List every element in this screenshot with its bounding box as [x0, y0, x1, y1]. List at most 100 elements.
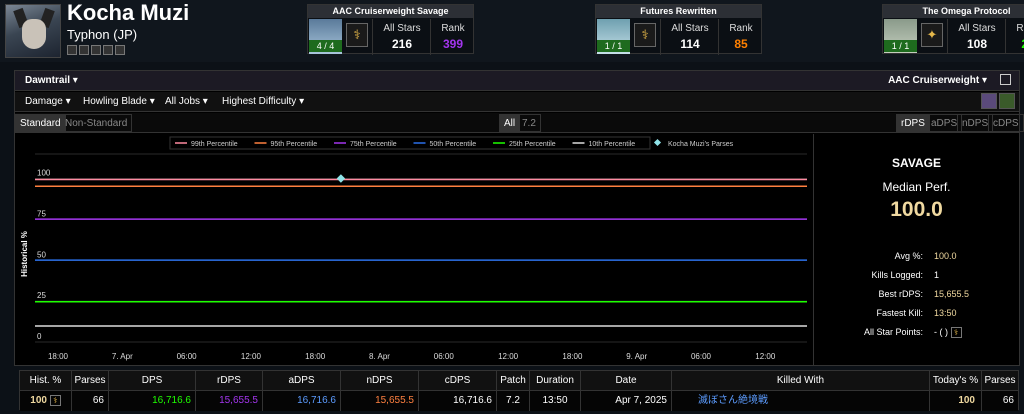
avg-value: 100.0: [934, 251, 957, 261]
chevron-down-icon: ▾: [72, 75, 78, 86]
cell-cdps: 16,716.6: [419, 391, 497, 411]
fastest-value: 13:50: [934, 308, 957, 318]
cell-hist: 100 ⚕: [20, 391, 72, 411]
boss-dropdown[interactable]: Howling Blade ▾: [83, 96, 155, 107]
character-icons: [67, 45, 125, 55]
badge-icon[interactable]: [67, 45, 77, 55]
rank-value: 29: [1007, 37, 1024, 51]
cell-killed-with[interactable]: 滅ぼさん絶境戦: [672, 391, 930, 411]
hist-value: 100: [30, 395, 47, 406]
legend-label: 75th Percentile: [350, 141, 397, 148]
metric-label: Damage: [25, 96, 63, 107]
table-row[interactable]: 100 ⚕ 66 16,716.6 15,655.5 16,716.6 15,6…: [20, 391, 1018, 411]
x-tick-label: 18:00: [562, 352, 583, 361]
zone-kills: 4 / 4: [309, 40, 342, 52]
x-tick-label: 18:00: [48, 352, 69, 361]
col-duration[interactable]: Duration: [530, 371, 581, 391]
tab-standard[interactable]: Standard: [15, 114, 66, 132]
y-tick-label: 50: [37, 250, 46, 259]
col-killed-with[interactable]: Killed With: [672, 371, 930, 391]
chevron-down-icon: ▾: [981, 75, 987, 86]
tab-rdps[interactable]: rDPS: [896, 114, 930, 132]
rank-label: Rank: [1016, 23, 1024, 34]
x-tick-label: 06:00: [177, 352, 198, 361]
cell-rdps: 15,655.5: [196, 391, 263, 411]
key-icon[interactable]: [999, 93, 1015, 109]
legend-label: 10th Percentile: [589, 141, 636, 148]
legend-label: 95th Percentile: [271, 141, 318, 148]
col-today[interactable]: Today's %: [930, 371, 982, 391]
zone-label: AAC Cruiserweight: [888, 75, 980, 86]
median-value: 100.0: [890, 198, 943, 221]
cell-dps: 16,716.6: [109, 391, 196, 411]
col-cdps[interactable]: cDPS: [419, 371, 497, 391]
kills-value: 1: [934, 270, 940, 280]
zone-dropdown[interactable]: AAC Cruiserweight ▾: [888, 75, 987, 86]
badge-icon[interactable]: [115, 45, 125, 55]
difficulty-title: SAVAGE: [892, 156, 941, 170]
cell-parses-2: 66: [1002, 395, 1014, 406]
y-tick-label: 0: [37, 332, 42, 341]
cell-date: Apr 7, 2025: [581, 391, 672, 411]
rank-label: Rank: [729, 23, 753, 34]
chevron-down-icon: ▾: [299, 96, 305, 107]
expansion-dropdown[interactable]: Dawntrail ▾: [25, 75, 78, 86]
cell-ndps: 15,655.5: [341, 391, 419, 411]
col-dps[interactable]: DPS: [109, 371, 196, 391]
boss-label: Howling Blade: [83, 96, 147, 107]
parses-table: Hist. % Parses DPS rDPS aDPS nDPS cDPS P…: [19, 370, 1019, 411]
job-icon: ⚕: [346, 23, 368, 47]
badge-icon[interactable]: [103, 45, 113, 55]
zone-title: The Omega Protocol: [883, 5, 1024, 18]
col-rdps[interactable]: rDPS: [196, 371, 263, 391]
job-filter-icon[interactable]: [981, 93, 997, 109]
difficulty-dropdown[interactable]: Highest Difficulty ▾: [222, 96, 304, 107]
chevron-down-icon: ▾: [65, 96, 71, 107]
col-date[interactable]: Date: [581, 371, 672, 391]
legend-label: 50th Percentile: [430, 141, 477, 148]
col-adps[interactable]: aDPS: [263, 371, 341, 391]
table-header: Hist. % Parses DPS rDPS aDPS nDPS cDPS P…: [20, 371, 1018, 391]
badge-icon[interactable]: [79, 45, 89, 55]
chevron-down-icon: ▾: [202, 96, 208, 107]
rank-value: 399: [442, 37, 464, 51]
all-stars-label: All Stars: [958, 23, 996, 34]
col-hist[interactable]: Hist. %: [20, 371, 72, 391]
col-parses[interactable]: Parses: [72, 371, 109, 391]
zone-card-futures[interactable]: Futures Rewritten 1 / 1 ⚕ All Stars 114 …: [595, 4, 762, 55]
x-tick-label: 9. Apr: [626, 352, 647, 361]
zone-title: Futures Rewritten: [596, 5, 761, 18]
chart-svg: 99th Percentile 95th Percentile 75th Perce…: [20, 136, 807, 361]
tab-cdps[interactable]: cDPS: [988, 114, 1024, 132]
zone-card-aac[interactable]: AAC Cruiserweight Savage 4 / 4 ⚕ All Sta…: [307, 4, 474, 55]
metric-dropdown[interactable]: Damage ▾: [25, 96, 71, 107]
tab-patch-72[interactable]: 7.2: [517, 114, 541, 132]
allstar-value: - ( ): [934, 327, 948, 337]
character-header: Kocha Muzi Typhon (JP) AAC Cruiserweight…: [0, 0, 1024, 62]
tab-bar: Standard Non-Standard All 7.2 rDPS aDPS …: [15, 113, 1024, 133]
filter-bar: Damage ▾ Howling Blade ▾ All Jobs ▾ High…: [15, 92, 1019, 112]
y-tick-label: 25: [37, 291, 46, 300]
best-value: 15,655.5: [934, 289, 970, 299]
tab-non-standard[interactable]: Non-Standard: [60, 114, 133, 132]
percentile-chart: 99th Percentile 95th Percentile 75th Perce…: [15, 134, 813, 366]
job-icons: [981, 93, 1015, 109]
fastest-label: Fastest Kill:: [876, 308, 923, 318]
col-parses-2[interactable]: Parses: [982, 371, 1018, 391]
col-ndps[interactable]: nDPS: [341, 371, 419, 391]
cell-today: 100: [930, 391, 982, 411]
cell-adps: 16,716.6: [263, 391, 341, 411]
col-patch[interactable]: Patch: [497, 371, 530, 391]
x-tick-label: 06:00: [691, 352, 712, 361]
job-icon: ⚕: [950, 327, 962, 339]
legend-label: 99th Percentile: [191, 141, 238, 148]
zone-card-omega[interactable]: The Omega Protocol 1 / 1 ✦ All Stars 108…: [882, 4, 1024, 54]
legend-swatch: [653, 138, 662, 147]
allstar-label: All Star Points:: [863, 327, 923, 337]
jobs-dropdown[interactable]: All Jobs ▾: [165, 96, 208, 107]
badge-icon[interactable]: [91, 45, 101, 55]
job-icon: ⚕: [634, 23, 656, 47]
median-label: Median Perf.: [882, 180, 951, 194]
popout-icon[interactable]: [1000, 74, 1011, 85]
avg-label: Avg %:: [894, 251, 923, 261]
